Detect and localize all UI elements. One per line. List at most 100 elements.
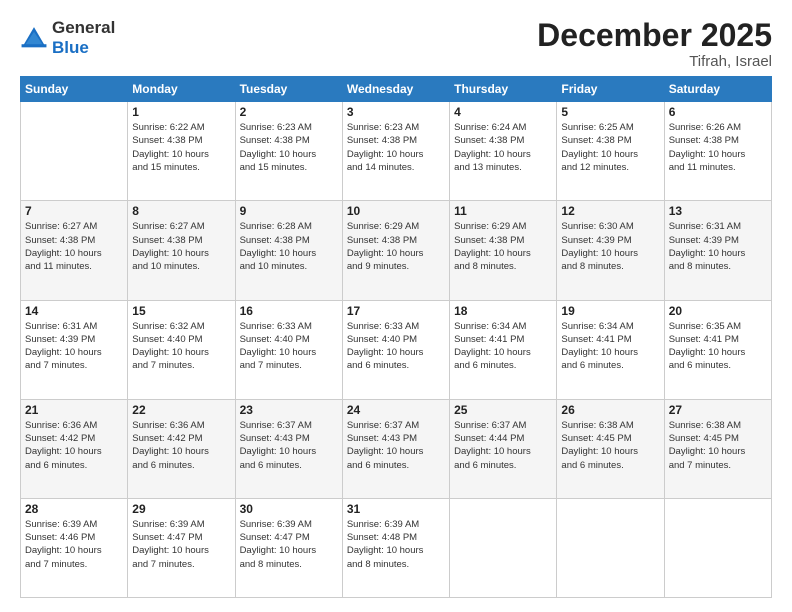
day-info: Sunrise: 6:33 AM Sunset: 4:40 PM Dayligh… — [240, 320, 338, 373]
day-info: Sunrise: 6:37 AM Sunset: 4:44 PM Dayligh… — [454, 419, 552, 472]
calendar-cell: 11Sunrise: 6:29 AM Sunset: 4:38 PM Dayli… — [450, 201, 557, 300]
day-info: Sunrise: 6:28 AM Sunset: 4:38 PM Dayligh… — [240, 220, 338, 273]
calendar-cell: 6Sunrise: 6:26 AM Sunset: 4:38 PM Daylig… — [664, 102, 771, 201]
day-info: Sunrise: 6:33 AM Sunset: 4:40 PM Dayligh… — [347, 320, 445, 373]
day-number: 9 — [240, 204, 338, 218]
calendar-cell: 28 Sunrise: 6:39 AM Sunset: 4:46 PM Dayli… — [21, 498, 128, 597]
day-number: 27 — [669, 403, 767, 417]
calendar-cell — [557, 498, 664, 597]
calendar-cell: 27 Sunrise: 6:38 AM Sunset: 4:45 PM Dayli… — [664, 399, 771, 498]
day-info: Sunrise: 6:29 AM Sunset: 4:38 PM Dayligh… — [347, 220, 445, 273]
calendar-cell: 10Sunrise: 6:29 AM Sunset: 4:38 PM Dayli… — [342, 201, 449, 300]
calendar-cell: 30 Sunrise: 6:39 AM Sunset: 4:47 PM Dayli… — [235, 498, 342, 597]
day-info: Sunrise: 6:35 AM Sunset: 4:41 PM Dayligh… — [669, 320, 767, 373]
day-info: Sunrise: 6:37 AM Sunset: 4:43 PM Dayligh… — [347, 419, 445, 472]
day-info: Sunrise: 6:27 AM Sunset: 4:38 PM Dayligh… — [25, 220, 123, 273]
day-info: Sunrise: 6:22 AM Sunset: 4:38 PM Dayligh… — [132, 121, 230, 174]
calendar-week-1: 1 Sunrise: 6:22 AM Sunset: 4:38 PM Daylig… — [21, 102, 772, 201]
day-info: Sunrise: 6:25 AM Sunset: 4:38 PM Dayligh… — [561, 121, 659, 174]
day-info: Sunrise: 6:27 AM Sunset: 4:38 PM Dayligh… — [132, 220, 230, 273]
day-header-tuesday: Tuesday — [235, 77, 342, 102]
calendar-cell: 16Sunrise: 6:33 AM Sunset: 4:40 PM Dayli… — [235, 300, 342, 399]
day-header-sunday: Sunday — [21, 77, 128, 102]
calendar-body: 1 Sunrise: 6:22 AM Sunset: 4:38 PM Daylig… — [21, 102, 772, 598]
calendar-cell: 14 Sunrise: 6:31 AM Sunset: 4:39 PM Dayli… — [21, 300, 128, 399]
day-info: Sunrise: 6:32 AM Sunset: 4:40 PM Dayligh… — [132, 320, 230, 373]
day-number: 19 — [561, 304, 659, 318]
day-info: Sunrise: 6:37 AM Sunset: 4:43 PM Dayligh… — [240, 419, 338, 472]
day-info: Sunrise: 6:31 AM Sunset: 4:39 PM Dayligh… — [25, 320, 123, 373]
day-number: 31 — [347, 502, 445, 516]
calendar-cell: 5 Sunrise: 6:25 AM Sunset: 4:38 PM Daylig… — [557, 102, 664, 201]
calendar-cell: 26 Sunrise: 6:38 AM Sunset: 4:45 PM Dayli… — [557, 399, 664, 498]
calendar-cell: 15Sunrise: 6:32 AM Sunset: 4:40 PM Dayli… — [128, 300, 235, 399]
calendar-cell: 13 Sunrise: 6:31 AM Sunset: 4:39 PM Dayli… — [664, 201, 771, 300]
day-header-wednesday: Wednesday — [342, 77, 449, 102]
day-number: 20 — [669, 304, 767, 318]
day-number: 5 — [561, 105, 659, 119]
day-info: Sunrise: 6:39 AM Sunset: 4:47 PM Dayligh… — [240, 518, 338, 571]
logo-icon — [20, 24, 48, 52]
day-number: 22 — [132, 403, 230, 417]
calendar-cell: 25 Sunrise: 6:37 AM Sunset: 4:44 PM Dayli… — [450, 399, 557, 498]
day-number: 23 — [240, 403, 338, 417]
day-number: 21 — [25, 403, 123, 417]
day-info: Sunrise: 6:36 AM Sunset: 4:42 PM Dayligh… — [25, 419, 123, 472]
calendar-cell: 21 Sunrise: 6:36 AM Sunset: 4:42 PM Dayli… — [21, 399, 128, 498]
day-info: Sunrise: 6:38 AM Sunset: 4:45 PM Dayligh… — [561, 419, 659, 472]
calendar-cell: 1 Sunrise: 6:22 AM Sunset: 4:38 PM Daylig… — [128, 102, 235, 201]
calendar-cell: 31Sunrise: 6:39 AM Sunset: 4:48 PM Dayli… — [342, 498, 449, 597]
day-header-thursday: Thursday — [450, 77, 557, 102]
calendar-cell — [21, 102, 128, 201]
calendar-week-5: 28 Sunrise: 6:39 AM Sunset: 4:46 PM Dayli… — [21, 498, 772, 597]
day-info: Sunrise: 6:34 AM Sunset: 4:41 PM Dayligh… — [561, 320, 659, 373]
calendar-cell: 12Sunrise: 6:30 AM Sunset: 4:39 PM Dayli… — [557, 201, 664, 300]
days-header-row: SundayMondayTuesdayWednesdayThursdayFrid… — [21, 77, 772, 102]
calendar-cell: 7Sunrise: 6:27 AM Sunset: 4:38 PM Daylig… — [21, 201, 128, 300]
day-number: 30 — [240, 502, 338, 516]
calendar-cell: 17Sunrise: 6:33 AM Sunset: 4:40 PM Dayli… — [342, 300, 449, 399]
calendar-cell — [664, 498, 771, 597]
calendar-cell: 22Sunrise: 6:36 AM Sunset: 4:42 PM Dayli… — [128, 399, 235, 498]
day-number: 6 — [669, 105, 767, 119]
calendar-cell: 20 Sunrise: 6:35 AM Sunset: 4:41 PM Dayli… — [664, 300, 771, 399]
calendar-cell: 3Sunrise: 6:23 AM Sunset: 4:38 PM Daylig… — [342, 102, 449, 201]
day-info: Sunrise: 6:29 AM Sunset: 4:38 PM Dayligh… — [454, 220, 552, 273]
day-number: 4 — [454, 105, 552, 119]
logo-text: General Blue — [52, 18, 115, 57]
day-header-friday: Friday — [557, 77, 664, 102]
calendar-cell: 9 Sunrise: 6:28 AM Sunset: 4:38 PM Daylig… — [235, 201, 342, 300]
day-number: 12 — [561, 204, 659, 218]
day-info: Sunrise: 6:34 AM Sunset: 4:41 PM Dayligh… — [454, 320, 552, 373]
day-info: Sunrise: 6:39 AM Sunset: 4:47 PM Dayligh… — [132, 518, 230, 571]
day-number: 29 — [132, 502, 230, 516]
calendar-cell: 2 Sunrise: 6:23 AM Sunset: 4:38 PM Daylig… — [235, 102, 342, 201]
page: General Blue December 2025 Tifrah, Israe… — [0, 0, 792, 612]
calendar-header: SundayMondayTuesdayWednesdayThursdayFrid… — [21, 77, 772, 102]
calendar-table: SundayMondayTuesdayWednesdayThursdayFrid… — [20, 76, 772, 598]
calendar-cell: 19 Sunrise: 6:34 AM Sunset: 4:41 PM Dayli… — [557, 300, 664, 399]
day-number: 8 — [132, 204, 230, 218]
calendar-cell: 29 Sunrise: 6:39 AM Sunset: 4:47 PM Dayli… — [128, 498, 235, 597]
day-info: Sunrise: 6:39 AM Sunset: 4:46 PM Dayligh… — [25, 518, 123, 571]
day-number: 3 — [347, 105, 445, 119]
day-number: 25 — [454, 403, 552, 417]
calendar-cell: 23 Sunrise: 6:37 AM Sunset: 4:43 PM Dayli… — [235, 399, 342, 498]
day-number: 26 — [561, 403, 659, 417]
day-number: 1 — [132, 105, 230, 119]
calendar-week-4: 21 Sunrise: 6:36 AM Sunset: 4:42 PM Dayli… — [21, 399, 772, 498]
day-info: Sunrise: 6:31 AM Sunset: 4:39 PM Dayligh… — [669, 220, 767, 273]
day-number: 2 — [240, 105, 338, 119]
day-number: 13 — [669, 204, 767, 218]
day-info: Sunrise: 6:23 AM Sunset: 4:38 PM Dayligh… — [240, 121, 338, 174]
day-number: 24 — [347, 403, 445, 417]
calendar-week-3: 14 Sunrise: 6:31 AM Sunset: 4:39 PM Dayli… — [21, 300, 772, 399]
day-number: 28 — [25, 502, 123, 516]
header: General Blue December 2025 Tifrah, Israe… — [20, 18, 772, 70]
day-info: Sunrise: 6:24 AM Sunset: 4:38 PM Dayligh… — [454, 121, 552, 174]
month-title: December 2025 — [537, 18, 772, 53]
calendar-week-2: 7Sunrise: 6:27 AM Sunset: 4:38 PM Daylig… — [21, 201, 772, 300]
calendar-cell: 4 Sunrise: 6:24 AM Sunset: 4:38 PM Daylig… — [450, 102, 557, 201]
day-info: Sunrise: 6:38 AM Sunset: 4:45 PM Dayligh… — [669, 419, 767, 472]
day-number: 14 — [25, 304, 123, 318]
